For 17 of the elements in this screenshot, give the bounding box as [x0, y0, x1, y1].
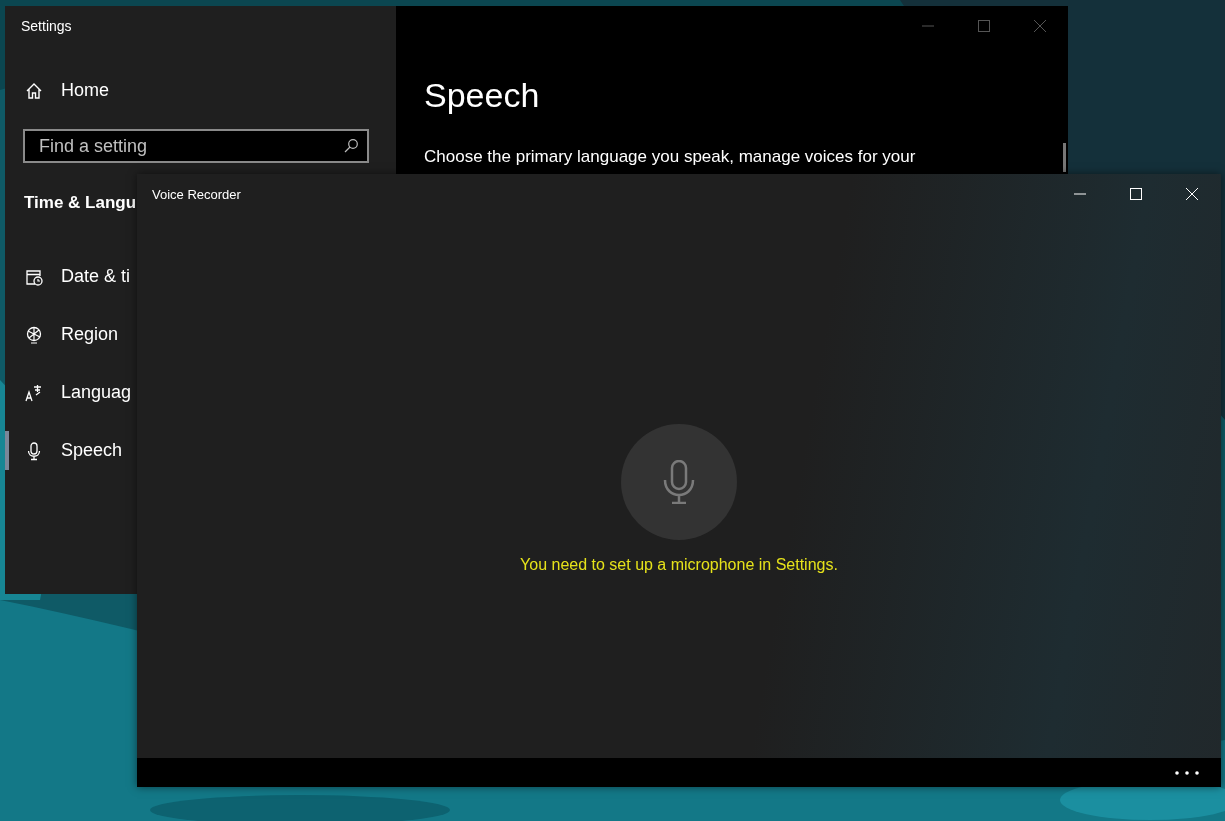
- warning-message: You need to set up a microphone in Settings.: [520, 556, 838, 574]
- home-link[interactable]: Home: [24, 80, 109, 101]
- search-field[interactable]: Find a setting: [23, 129, 369, 163]
- page-title: Speech: [424, 76, 540, 115]
- nav-item[interactable]: Region: [1, 315, 134, 354]
- section-title: Time & Langu: [24, 193, 137, 213]
- nav-item[interactable]: Date & ti: [1, 257, 134, 296]
- microphone-icon: [663, 460, 695, 504]
- language-icon: [24, 382, 44, 403]
- nav-item[interactable]: Languag: [1, 373, 134, 412]
- window-title: Settings: [21, 18, 72, 34]
- globe-icon: [24, 324, 44, 345]
- more-icon[interactable]: [1175, 770, 1199, 775]
- window-title: Voice Recorder: [152, 186, 241, 202]
- page-description: Choose the primary language you speak, manage voices for your: [424, 147, 916, 167]
- scrollbar[interactable]: [1063, 143, 1066, 172]
- search-icon: [343, 138, 359, 154]
